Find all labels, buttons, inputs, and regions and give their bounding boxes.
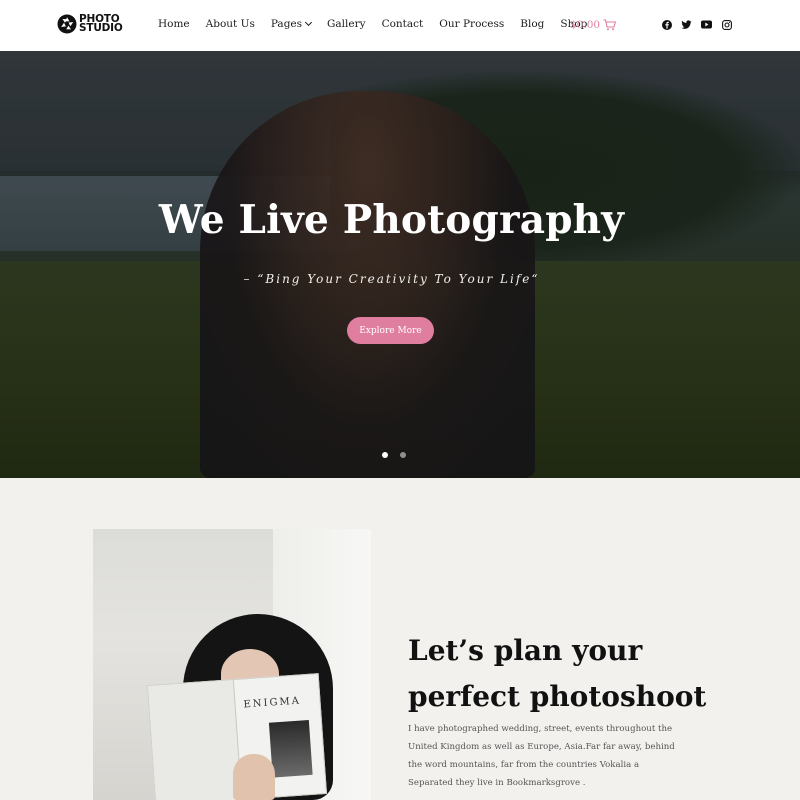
hero-slider: We Live Photography – “Bing Your Creativ… xyxy=(0,51,800,478)
facebook-icon[interactable] xyxy=(661,19,672,30)
nav-label: Our Process xyxy=(439,18,505,30)
photo-book-image xyxy=(268,719,313,778)
nav-label: Contact xyxy=(381,18,424,30)
intro-photo: ENIGMA xyxy=(93,529,371,800)
nav-item-contact[interactable]: Contact xyxy=(382,18,424,30)
cart-icon xyxy=(603,19,617,31)
instagram-icon[interactable] xyxy=(721,19,732,30)
nav-label: Gallery xyxy=(327,18,366,30)
nav-item-about-us[interactable]: About Us xyxy=(206,18,255,30)
nav-item-home[interactable]: Home xyxy=(158,18,190,30)
main-nav: Home About Us Pages Gallery Contact Our … xyxy=(158,18,587,30)
chevron-down-icon xyxy=(304,18,313,27)
hero-overlay xyxy=(0,51,800,478)
nav-label: Home xyxy=(158,18,190,30)
intro-heading-line-2: perfect photoshoot xyxy=(408,680,707,713)
photo-book-title: ENIGMA xyxy=(243,695,302,711)
intro-heading-line-1: Let’s plan your xyxy=(408,634,643,667)
aperture-icon xyxy=(57,14,77,34)
hero-subtitle: – “Bing Your Creativity To Your Life“ xyxy=(243,272,540,286)
cart-total: $0.00 xyxy=(570,19,601,31)
intro-body-text: I have photographed wedding, street, eve… xyxy=(408,724,675,788)
nav-item-pages[interactable]: Pages xyxy=(270,18,313,30)
photo-hand xyxy=(233,754,275,800)
site-header: PHOTO STUDIO Home About Us Pages Gallery… xyxy=(0,0,800,51)
twitter-icon[interactable] xyxy=(681,19,692,30)
logo-line-2: STUDIO xyxy=(79,22,123,34)
nav-label: Blog xyxy=(520,18,545,30)
slider-dot-active[interactable] xyxy=(382,452,388,458)
nav-item-gallery[interactable]: Gallery xyxy=(327,18,366,30)
youtube-icon[interactable] xyxy=(701,19,712,30)
slider-dot[interactable] xyxy=(400,452,406,458)
site-logo[interactable]: PHOTO STUDIO xyxy=(57,14,123,34)
hero-title: We Live Photography xyxy=(158,197,625,243)
nav-item-blog[interactable]: Blog xyxy=(520,18,544,30)
nav-label: About Us xyxy=(205,18,255,30)
photo-book-left-page xyxy=(148,680,243,800)
nav-label: Pages xyxy=(270,18,303,30)
social-links xyxy=(661,19,741,30)
explore-more-button[interactable]: Explore More xyxy=(347,317,434,344)
cart-button[interactable]: $0.00 xyxy=(570,19,617,31)
intro-heading: Let’s plan your perfect photoshoot xyxy=(408,628,728,720)
logo-text: PHOTO STUDIO xyxy=(79,14,123,34)
nav-item-our-process[interactable]: Our Process xyxy=(439,18,504,30)
